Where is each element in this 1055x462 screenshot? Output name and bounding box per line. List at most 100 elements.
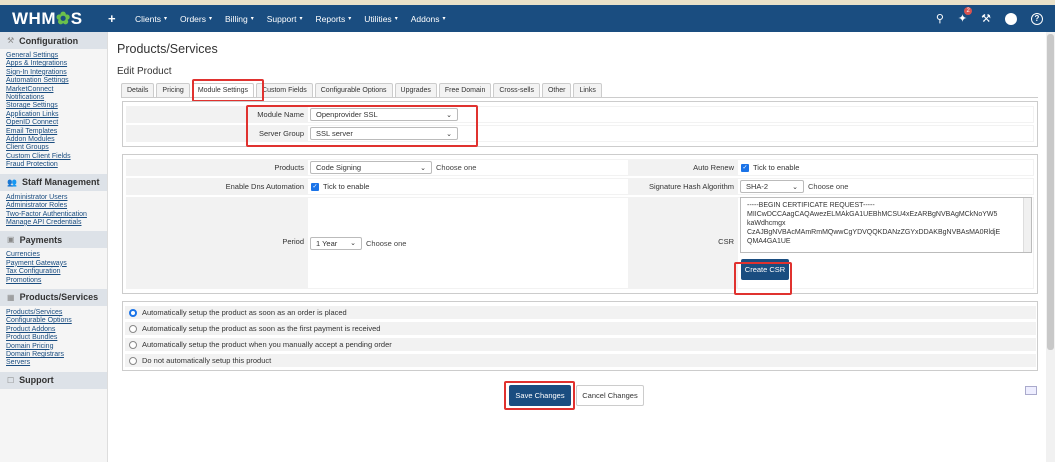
nav-reports[interactable]: Reports ▾: [316, 14, 352, 24]
products-row: Products Code Signing ⌄ Choose one Auto R…: [126, 159, 1034, 176]
tab-pricing[interactable]: Pricing: [156, 83, 190, 98]
sidebar-link[interactable]: Two-Factor Authentication: [6, 211, 107, 219]
automation-icon[interactable]: ✦ 2: [958, 7, 973, 25]
chevron-down-icon: ⌄: [792, 183, 798, 191]
setup-option-order-placed[interactable]: Automatically setup the product as soon …: [125, 306, 1036, 319]
sidebar-link[interactable]: Email Templates: [6, 128, 107, 136]
sidebar-link[interactable]: Currencies: [6, 251, 107, 259]
products-select[interactable]: Code Signing ⌄: [310, 161, 432, 174]
nav-orders[interactable]: Orders ▾: [180, 14, 212, 24]
sidebar-link[interactable]: Tax Configuration: [6, 268, 107, 276]
sidebar-link[interactable]: Sign-In Integrations: [6, 69, 107, 77]
box-icon: ▦: [7, 292, 15, 302]
radio-selected[interactable]: [129, 308, 137, 317]
csr-textarea[interactable]: -----BEGIN CERTIFICATE REQUEST----- MIIC…: [740, 197, 1032, 253]
sidebar-link[interactable]: Domain Pricing: [6, 343, 107, 351]
search-icon[interactable]: ⚲: [936, 12, 944, 25]
sidebar-link[interactable]: OpenID Connect: [6, 119, 107, 127]
sidebar-link[interactable]: Custom Client Fields: [6, 153, 107, 161]
products-hint: Choose one: [436, 163, 477, 172]
tab-free-domain[interactable]: Free Domain: [438, 83, 492, 98]
sidebar-link[interactable]: Payment Gateways: [6, 260, 107, 268]
account-avatar-icon[interactable]: [1005, 12, 1017, 25]
sidebar-link[interactable]: Product Bundles: [6, 334, 107, 342]
period-label: Period: [282, 237, 304, 246]
sidebar-heading: 👥 Staff Management: [0, 173, 107, 191]
auto-renew-checkbox[interactable]: ✓: [741, 163, 749, 172]
sidebar-link[interactable]: Domain Registrars: [6, 351, 107, 359]
help-icon[interactable]: ?: [1031, 12, 1043, 25]
sidebar-heading-label: Payments: [19, 234, 63, 245]
setup-option-none[interactable]: Do not automatically setup this product: [125, 354, 1036, 367]
sidebar-link[interactable]: Notifications: [6, 94, 107, 102]
radio-button[interactable]: [129, 340, 137, 349]
chevron-down-icon: ⌄: [420, 164, 426, 172]
tab-cross-sells[interactable]: Cross-sells: [493, 83, 540, 98]
tab-upgrades[interactable]: Upgrades: [394, 83, 437, 98]
sidebar-heading: ☐ Support: [0, 371, 107, 389]
radio-button[interactable]: [129, 324, 137, 333]
sidebar-heading-label: Staff Management: [21, 177, 100, 188]
page-title: Products/Services: [117, 42, 218, 56]
sidebar-link[interactable]: Promotions: [6, 277, 107, 285]
sidebar-heading-label: Support: [19, 375, 54, 386]
cancel-changes-button[interactable]: Cancel Changes: [576, 385, 644, 406]
highlight-module-settings-tab: [192, 79, 264, 102]
sidebar-link[interactable]: Products/Services: [6, 309, 107, 317]
sidebar-heading-label: Configuration: [19, 35, 79, 46]
nav-utilities[interactable]: Utilities ▾: [364, 14, 397, 24]
signature-hash-label: Signature Hash Algorithm: [648, 182, 734, 191]
highlight-save-changes: [504, 381, 575, 410]
sidebar-link[interactable]: Servers: [6, 359, 107, 367]
auto-renew-hint: Tick to enable: [753, 163, 800, 172]
sidebar: ⚒ Configuration General Settings Apps & Int…: [0, 32, 108, 462]
sidebar-heading: ▣ Payments: [0, 231, 107, 249]
sidebar-link[interactable]: MarketConnect: [6, 86, 107, 94]
setup-option-first-payment[interactable]: Automatically setup the product as soon …: [125, 322, 1036, 335]
chevron-down-icon: ⌄: [350, 240, 356, 247]
nav-billing[interactable]: Billing ▾: [225, 14, 254, 24]
sidebar-link[interactable]: Administrator Roles: [6, 202, 107, 210]
sidebar-link[interactable]: Automation Settings: [6, 77, 107, 85]
sidebar-link[interactable]: Apps & Integrations: [6, 60, 107, 68]
sidebar-link[interactable]: Manage API Credentials: [6, 219, 107, 227]
radio-button[interactable]: [129, 356, 137, 365]
dns-automation-checkbox[interactable]: ✓: [311, 182, 319, 191]
sidebar-link[interactable]: Configurable Options: [6, 317, 107, 325]
nav-addons[interactable]: Addons ▾: [411, 14, 446, 24]
nav-clients[interactable]: Clients ▾: [135, 14, 167, 24]
wrench-icon: ⚒: [7, 36, 15, 45]
setup-option-manual-accept[interactable]: Automatically setup the product when you…: [125, 338, 1036, 351]
highlight-create-csr: [734, 262, 792, 295]
sidebar-link[interactable]: Client Groups: [6, 144, 107, 152]
signature-hash-hint: Choose one: [808, 182, 849, 191]
dns-automation-hint: Tick to enable: [323, 182, 370, 191]
page-scrollbar-thumb[interactable]: [1047, 34, 1054, 350]
tab-links[interactable]: Links: [573, 83, 602, 98]
tab-custom-fields[interactable]: Custom Fields: [256, 83, 313, 98]
sidebar-link[interactable]: Application Links: [6, 111, 107, 119]
tab-details[interactable]: Details: [121, 83, 155, 98]
sidebar-link[interactable]: Addon Modules: [6, 136, 107, 144]
main-content: Products/Services Edit Product Details P…: [108, 32, 1046, 462]
sidebar-link[interactable]: Administrator Users: [6, 194, 107, 202]
nav-support[interactable]: Support ▾: [267, 14, 303, 24]
period-select[interactable]: 1 Year ⌄: [310, 236, 362, 250]
dns-automation-label: Enable Dns Automation: [225, 182, 304, 191]
quick-add-icon[interactable]: +: [108, 11, 122, 26]
money-icon: ▣: [7, 235, 15, 245]
csr-scrollbar[interactable]: [1023, 198, 1031, 252]
auto-renew-label: Auto Renew: [693, 163, 734, 172]
sidebar-link[interactable]: General Settings: [6, 52, 107, 60]
sidebar-link[interactable]: Product Addons: [6, 326, 107, 334]
tab-other[interactable]: Other: [541, 83, 572, 98]
sidebar-heading: ⚒ Configuration: [0, 32, 107, 49]
tab-configurable-options[interactable]: Configurable Options: [314, 83, 393, 98]
signature-hash-select[interactable]: SHA-2 ⌄: [740, 180, 804, 193]
sidebar-link[interactable]: Storage Settings: [6, 102, 107, 110]
sidebar-link[interactable]: Fraud Protection: [6, 161, 107, 169]
period-hint: Choose one: [366, 238, 407, 248]
wrench-icon[interactable]: ⚒: [981, 12, 991, 25]
whmcs-logo[interactable]: WHM✿S: [12, 9, 100, 29]
mail-icon[interactable]: [1025, 386, 1037, 395]
